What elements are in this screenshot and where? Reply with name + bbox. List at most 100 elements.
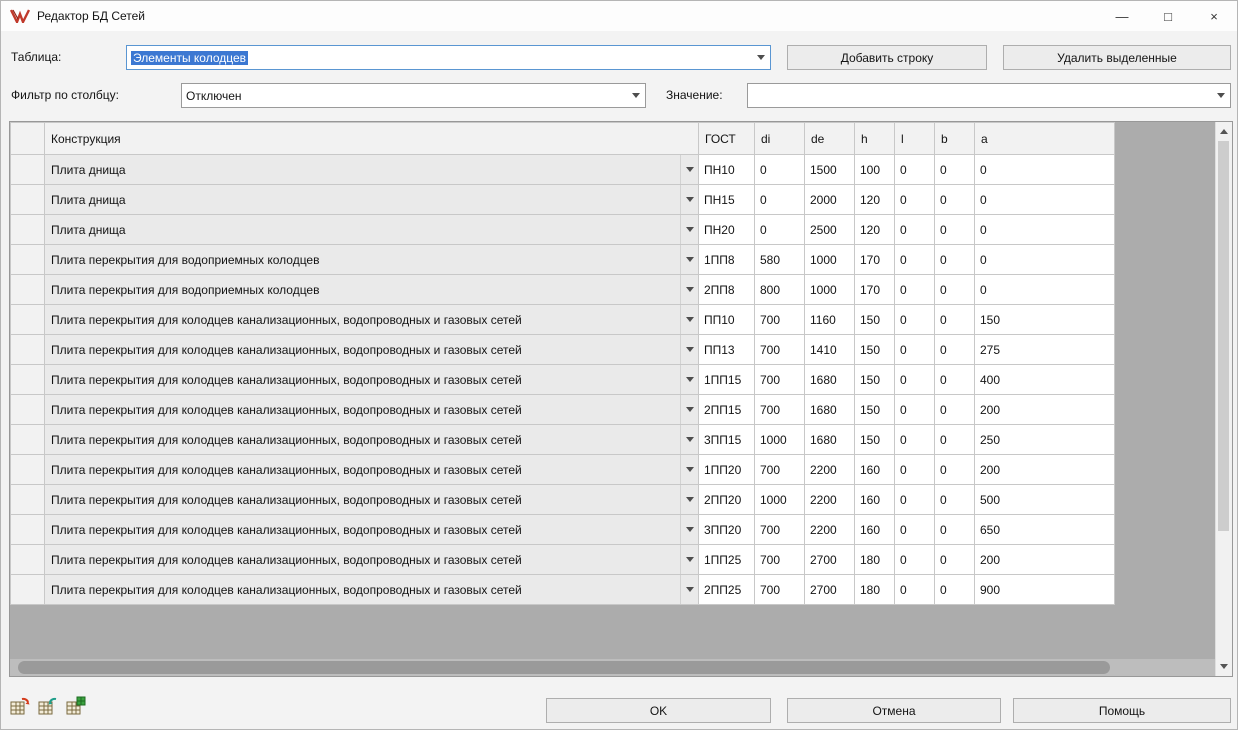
cell-gost[interactable]: ПП13	[699, 335, 755, 365]
cell-h[interactable]: 100	[855, 155, 895, 185]
vertical-scrollbar[interactable]	[1215, 122, 1232, 676]
construction-combobox[interactable]: Плита перекрытия для колодцев канализаци…	[45, 305, 698, 334]
cancel-button[interactable]: Отмена	[787, 698, 1001, 723]
cell-a[interactable]: 200	[975, 455, 1115, 485]
row-selector[interactable]	[11, 275, 45, 305]
construction-combobox[interactable]: Плита перекрытия для колодцев канализаци…	[45, 575, 698, 604]
cell-l[interactable]: 0	[895, 185, 935, 215]
cell-b[interactable]: 0	[935, 425, 975, 455]
add-row-button[interactable]: Добавить строку	[787, 45, 987, 70]
construction-combobox[interactable]: Плита перекрытия для колодцев канализаци…	[45, 335, 698, 364]
cell-gost[interactable]: 1ПП25	[699, 545, 755, 575]
cell-di[interactable]: 700	[755, 395, 805, 425]
cell-gost[interactable]: ПП10	[699, 305, 755, 335]
cell-de[interactable]: 2000	[805, 185, 855, 215]
construction-combobox[interactable]: Плита днища	[45, 155, 698, 184]
row-selector[interactable]	[11, 365, 45, 395]
cell-b[interactable]: 0	[935, 395, 975, 425]
cell-a[interactable]: 0	[975, 245, 1115, 275]
row-selector[interactable]	[11, 215, 45, 245]
cell-di[interactable]: 700	[755, 575, 805, 605]
cell-de[interactable]: 2200	[805, 515, 855, 545]
cell-l[interactable]: 0	[895, 305, 935, 335]
cell-h[interactable]: 150	[855, 305, 895, 335]
cell-l[interactable]: 0	[895, 215, 935, 245]
cell-di[interactable]: 1000	[755, 425, 805, 455]
cell-h[interactable]: 150	[855, 365, 895, 395]
cell-di[interactable]: 700	[755, 335, 805, 365]
construction-combobox[interactable]: Плита перекрытия для колодцев канализаци…	[45, 515, 698, 544]
row-selector[interactable]	[11, 155, 45, 185]
db-refresh-button[interactable]	[7, 693, 33, 719]
cell-gost[interactable]: ПН10	[699, 155, 755, 185]
cell-de[interactable]: 2700	[805, 575, 855, 605]
cell-a[interactable]: 250	[975, 425, 1115, 455]
cell-a[interactable]: 650	[975, 515, 1115, 545]
cell-l[interactable]: 0	[895, 395, 935, 425]
cell-l[interactable]: 0	[895, 455, 935, 485]
cell-di[interactable]: 580	[755, 245, 805, 275]
cell-h[interactable]: 160	[855, 455, 895, 485]
cell-h[interactable]: 120	[855, 215, 895, 245]
maximize-button[interactable]: □	[1145, 1, 1191, 31]
construction-combobox[interactable]: Плита перекрытия для колодцев канализаци…	[45, 425, 698, 454]
cell-a[interactable]: 0	[975, 215, 1115, 245]
cell-l[interactable]: 0	[895, 425, 935, 455]
close-button[interactable]: ×	[1191, 1, 1237, 31]
cell-b[interactable]: 0	[935, 185, 975, 215]
cell-gost[interactable]: 1ПП20	[699, 455, 755, 485]
row-selector[interactable]	[11, 545, 45, 575]
value-combobox[interactable]	[747, 83, 1231, 108]
cell-di[interactable]: 700	[755, 305, 805, 335]
cell-h[interactable]: 170	[855, 245, 895, 275]
row-selector[interactable]	[11, 485, 45, 515]
cell-l[interactable]: 0	[895, 575, 935, 605]
construction-combobox[interactable]: Плита перекрытия для колодцев канализаци…	[45, 485, 698, 514]
cell-a[interactable]: 500	[975, 485, 1115, 515]
db-rollback-button[interactable]	[35, 693, 61, 719]
cell-a[interactable]: 275	[975, 335, 1115, 365]
row-selector[interactable]	[11, 335, 45, 365]
db-save-button[interactable]	[63, 693, 89, 719]
cell-h[interactable]: 150	[855, 425, 895, 455]
cell-gost[interactable]: 3ПП20	[699, 515, 755, 545]
cell-gost[interactable]: 3ПП15	[699, 425, 755, 455]
construction-combobox[interactable]: Плита перекрытия для колодцев канализаци…	[45, 395, 698, 424]
cell-de[interactable]: 1410	[805, 335, 855, 365]
cell-de[interactable]: 1000	[805, 245, 855, 275]
cell-b[interactable]: 0	[935, 575, 975, 605]
cell-b[interactable]: 0	[935, 305, 975, 335]
construction-combobox[interactable]: Плита перекрытия для водоприемных колодц…	[45, 275, 698, 304]
cell-h[interactable]: 160	[855, 485, 895, 515]
cell-b[interactable]: 0	[935, 245, 975, 275]
horizontal-scrollbar-thumb[interactable]	[18, 661, 1110, 674]
cell-a[interactable]: 200	[975, 545, 1115, 575]
row-selector[interactable]	[11, 455, 45, 485]
filter-column-combobox[interactable]: Отключен	[181, 83, 646, 108]
cell-h[interactable]: 150	[855, 395, 895, 425]
row-selector[interactable]	[11, 185, 45, 215]
cell-gost[interactable]: 2ПП25	[699, 575, 755, 605]
cell-gost[interactable]: ПН15	[699, 185, 755, 215]
construction-combobox[interactable]: Плита перекрытия для колодцев канализаци…	[45, 545, 698, 574]
construction-combobox[interactable]: Плита днища	[45, 185, 698, 214]
cell-de[interactable]: 2500	[805, 215, 855, 245]
cell-gost[interactable]: 1ПП15	[699, 365, 755, 395]
row-selector[interactable]	[11, 245, 45, 275]
cell-b[interactable]: 0	[935, 275, 975, 305]
cell-l[interactable]: 0	[895, 545, 935, 575]
cell-b[interactable]: 0	[935, 215, 975, 245]
cell-de[interactable]: 1160	[805, 305, 855, 335]
construction-combobox[interactable]: Плита днища	[45, 215, 698, 244]
cell-di[interactable]: 0	[755, 215, 805, 245]
cell-a[interactable]: 0	[975, 275, 1115, 305]
cell-gost[interactable]: 1ПП8	[699, 245, 755, 275]
cell-a[interactable]: 200	[975, 395, 1115, 425]
cell-di[interactable]: 0	[755, 155, 805, 185]
cell-b[interactable]: 0	[935, 515, 975, 545]
cell-l[interactable]: 0	[895, 275, 935, 305]
cell-de[interactable]: 1680	[805, 395, 855, 425]
cell-gost[interactable]: ПН20	[699, 215, 755, 245]
cell-de[interactable]: 2200	[805, 455, 855, 485]
cell-h[interactable]: 150	[855, 335, 895, 365]
